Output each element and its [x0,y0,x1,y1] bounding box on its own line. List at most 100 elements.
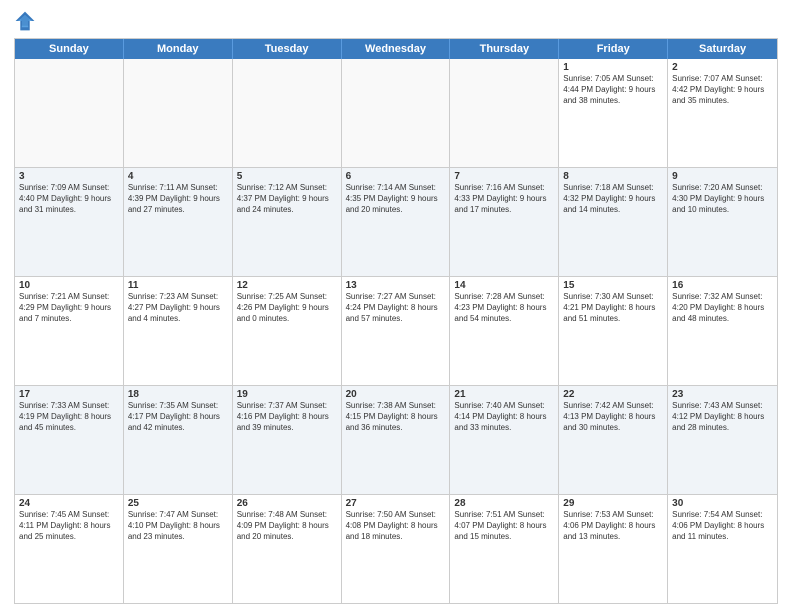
cal-cell-3-3: 12Sunrise: 7:25 AM Sunset: 4:26 PM Dayli… [233,277,342,385]
day-number: 19 [237,389,337,400]
day-info: Sunrise: 7:43 AM Sunset: 4:12 PM Dayligh… [672,401,773,433]
day-number: 26 [237,498,337,509]
cal-header-monday: Monday [124,39,233,59]
cal-cell-3-1: 10Sunrise: 7:21 AM Sunset: 4:29 PM Dayli… [15,277,124,385]
day-info: Sunrise: 7:50 AM Sunset: 4:08 PM Dayligh… [346,510,446,542]
cal-cell-5-5: 28Sunrise: 7:51 AM Sunset: 4:07 PM Dayli… [450,495,559,603]
day-info: Sunrise: 7:07 AM Sunset: 4:42 PM Dayligh… [672,74,773,106]
day-number: 6 [346,171,446,182]
day-info: Sunrise: 7:21 AM Sunset: 4:29 PM Dayligh… [19,292,119,324]
day-info: Sunrise: 7:45 AM Sunset: 4:11 PM Dayligh… [19,510,119,542]
cal-cell-2-3: 5Sunrise: 7:12 AM Sunset: 4:37 PM Daylig… [233,168,342,276]
day-info: Sunrise: 7:23 AM Sunset: 4:27 PM Dayligh… [128,292,228,324]
cal-cell-2-7: 9Sunrise: 7:20 AM Sunset: 4:30 PM Daylig… [668,168,777,276]
cal-cell-2-5: 7Sunrise: 7:16 AM Sunset: 4:33 PM Daylig… [450,168,559,276]
day-info: Sunrise: 7:38 AM Sunset: 4:15 PM Dayligh… [346,401,446,433]
day-info: Sunrise: 7:25 AM Sunset: 4:26 PM Dayligh… [237,292,337,324]
cal-cell-2-4: 6Sunrise: 7:14 AM Sunset: 4:35 PM Daylig… [342,168,451,276]
calendar-header-row: SundayMondayTuesdayWednesdayThursdayFrid… [15,39,777,59]
logo [14,10,40,32]
day-number: 17 [19,389,119,400]
day-info: Sunrise: 7:27 AM Sunset: 4:24 PM Dayligh… [346,292,446,324]
day-info: Sunrise: 7:42 AM Sunset: 4:13 PM Dayligh… [563,401,663,433]
day-info: Sunrise: 7:40 AM Sunset: 4:14 PM Dayligh… [454,401,554,433]
cal-cell-1-2 [124,59,233,167]
day-number: 3 [19,171,119,182]
day-number: 21 [454,389,554,400]
day-info: Sunrise: 7:53 AM Sunset: 4:06 PM Dayligh… [563,510,663,542]
day-info: Sunrise: 7:30 AM Sunset: 4:21 PM Dayligh… [563,292,663,324]
day-number: 25 [128,498,228,509]
day-number: 29 [563,498,663,509]
cal-week-1: 1Sunrise: 7:05 AM Sunset: 4:44 PM Daylig… [15,59,777,168]
day-number: 14 [454,280,554,291]
day-number: 30 [672,498,773,509]
cal-cell-1-3 [233,59,342,167]
day-info: Sunrise: 7:05 AM Sunset: 4:44 PM Dayligh… [563,74,663,106]
cal-cell-1-4 [342,59,451,167]
cal-cell-1-1 [15,59,124,167]
cal-cell-4-7: 23Sunrise: 7:43 AM Sunset: 4:12 PM Dayli… [668,386,777,494]
cal-cell-5-6: 29Sunrise: 7:53 AM Sunset: 4:06 PM Dayli… [559,495,668,603]
day-number: 8 [563,171,663,182]
day-info: Sunrise: 7:47 AM Sunset: 4:10 PM Dayligh… [128,510,228,542]
cal-cell-1-7: 2Sunrise: 7:07 AM Sunset: 4:42 PM Daylig… [668,59,777,167]
day-number: 22 [563,389,663,400]
cal-week-5: 24Sunrise: 7:45 AM Sunset: 4:11 PM Dayli… [15,495,777,603]
cal-week-2: 3Sunrise: 7:09 AM Sunset: 4:40 PM Daylig… [15,168,777,277]
cal-cell-4-5: 21Sunrise: 7:40 AM Sunset: 4:14 PM Dayli… [450,386,559,494]
day-info: Sunrise: 7:11 AM Sunset: 4:39 PM Dayligh… [128,183,228,215]
cal-cell-4-3: 19Sunrise: 7:37 AM Sunset: 4:16 PM Dayli… [233,386,342,494]
day-number: 27 [346,498,446,509]
cal-cell-2-6: 8Sunrise: 7:18 AM Sunset: 4:32 PM Daylig… [559,168,668,276]
day-number: 24 [19,498,119,509]
day-info: Sunrise: 7:37 AM Sunset: 4:16 PM Dayligh… [237,401,337,433]
day-info: Sunrise: 7:28 AM Sunset: 4:23 PM Dayligh… [454,292,554,324]
day-info: Sunrise: 7:20 AM Sunset: 4:30 PM Dayligh… [672,183,773,215]
page: SundayMondayTuesdayWednesdayThursdayFrid… [0,0,792,612]
day-number: 5 [237,171,337,182]
calendar-body: 1Sunrise: 7:05 AM Sunset: 4:44 PM Daylig… [15,59,777,603]
cal-header-saturday: Saturday [668,39,777,59]
cal-week-4: 17Sunrise: 7:33 AM Sunset: 4:19 PM Dayli… [15,386,777,495]
cal-cell-3-5: 14Sunrise: 7:28 AM Sunset: 4:23 PM Dayli… [450,277,559,385]
day-info: Sunrise: 7:12 AM Sunset: 4:37 PM Dayligh… [237,183,337,215]
day-info: Sunrise: 7:35 AM Sunset: 4:17 PM Dayligh… [128,401,228,433]
day-info: Sunrise: 7:33 AM Sunset: 4:19 PM Dayligh… [19,401,119,433]
day-number: 9 [672,171,773,182]
cal-cell-5-3: 26Sunrise: 7:48 AM Sunset: 4:09 PM Dayli… [233,495,342,603]
logo-icon [14,10,36,32]
day-number: 11 [128,280,228,291]
cal-cell-3-2: 11Sunrise: 7:23 AM Sunset: 4:27 PM Dayli… [124,277,233,385]
cal-cell-2-1: 3Sunrise: 7:09 AM Sunset: 4:40 PM Daylig… [15,168,124,276]
day-info: Sunrise: 7:14 AM Sunset: 4:35 PM Dayligh… [346,183,446,215]
day-info: Sunrise: 7:48 AM Sunset: 4:09 PM Dayligh… [237,510,337,542]
day-number: 2 [672,62,773,73]
cal-header-friday: Friday [559,39,668,59]
day-number: 28 [454,498,554,509]
cal-header-tuesday: Tuesday [233,39,342,59]
cal-cell-3-4: 13Sunrise: 7:27 AM Sunset: 4:24 PM Dayli… [342,277,451,385]
day-number: 15 [563,280,663,291]
cal-header-sunday: Sunday [15,39,124,59]
cal-cell-3-7: 16Sunrise: 7:32 AM Sunset: 4:20 PM Dayli… [668,277,777,385]
cal-cell-5-2: 25Sunrise: 7:47 AM Sunset: 4:10 PM Dayli… [124,495,233,603]
cal-cell-1-6: 1Sunrise: 7:05 AM Sunset: 4:44 PM Daylig… [559,59,668,167]
cal-cell-4-2: 18Sunrise: 7:35 AM Sunset: 4:17 PM Dayli… [124,386,233,494]
cal-header-wednesday: Wednesday [342,39,451,59]
day-number: 23 [672,389,773,400]
day-info: Sunrise: 7:54 AM Sunset: 4:06 PM Dayligh… [672,510,773,542]
cal-cell-1-5 [450,59,559,167]
header [14,10,778,32]
day-number: 18 [128,389,228,400]
cal-cell-4-1: 17Sunrise: 7:33 AM Sunset: 4:19 PM Dayli… [15,386,124,494]
cal-header-thursday: Thursday [450,39,559,59]
day-number: 4 [128,171,228,182]
cal-cell-3-6: 15Sunrise: 7:30 AM Sunset: 4:21 PM Dayli… [559,277,668,385]
day-number: 12 [237,280,337,291]
cal-cell-2-2: 4Sunrise: 7:11 AM Sunset: 4:39 PM Daylig… [124,168,233,276]
cal-cell-4-4: 20Sunrise: 7:38 AM Sunset: 4:15 PM Dayli… [342,386,451,494]
day-number: 1 [563,62,663,73]
cal-cell-4-6: 22Sunrise: 7:42 AM Sunset: 4:13 PM Dayli… [559,386,668,494]
day-number: 20 [346,389,446,400]
